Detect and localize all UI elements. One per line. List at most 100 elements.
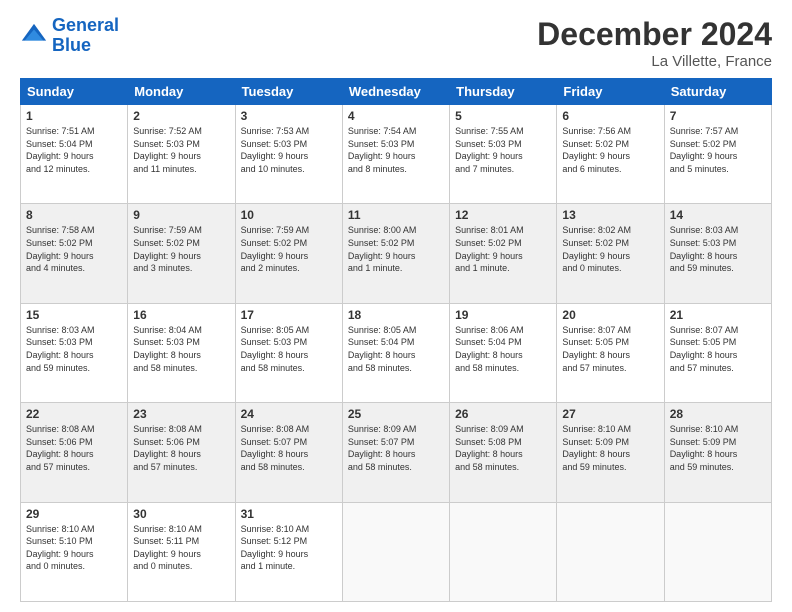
day-info: Sunrise: 7:51 AM Sunset: 5:04 PM Dayligh…: [26, 125, 122, 175]
calendar-day-cell: 20 Sunrise: 8:07 AM Sunset: 5:05 PM Dayli…: [557, 303, 664, 402]
weekday-header-thursday: Thursday: [450, 79, 557, 105]
day-info: Sunrise: 8:07 AM Sunset: 5:05 PM Dayligh…: [670, 324, 766, 374]
day-number: 18: [348, 308, 444, 322]
day-number: 25: [348, 407, 444, 421]
day-info: Sunrise: 8:07 AM Sunset: 5:05 PM Dayligh…: [562, 324, 658, 374]
calendar-day-cell: 18 Sunrise: 8:05 AM Sunset: 5:04 PM Dayli…: [342, 303, 449, 402]
day-number: 26: [455, 407, 551, 421]
header: General Blue December 2024 La Villette, …: [20, 16, 772, 70]
location: La Villette, France: [537, 53, 772, 70]
day-info: Sunrise: 8:03 AM Sunset: 5:03 PM Dayligh…: [670, 224, 766, 274]
title-block: December 2024 La Villette, France: [537, 16, 772, 70]
day-info: Sunrise: 7:58 AM Sunset: 5:02 PM Dayligh…: [26, 224, 122, 274]
day-number: 28: [670, 407, 766, 421]
calendar-day-cell: 5 Sunrise: 7:55 AM Sunset: 5:03 PM Daylig…: [450, 105, 557, 204]
day-info: Sunrise: 7:59 AM Sunset: 5:02 PM Dayligh…: [133, 224, 229, 274]
page: General Blue December 2024 La Villette, …: [0, 0, 792, 612]
calendar-day-cell: 28 Sunrise: 8:10 AM Sunset: 5:09 PM Dayli…: [664, 403, 771, 502]
day-number: 12: [455, 208, 551, 222]
day-number: 29: [26, 507, 122, 521]
day-number: 10: [241, 208, 337, 222]
day-info: Sunrise: 8:08 AM Sunset: 5:06 PM Dayligh…: [133, 423, 229, 473]
day-info: Sunrise: 8:01 AM Sunset: 5:02 PM Dayligh…: [455, 224, 551, 274]
day-number: 8: [26, 208, 122, 222]
day-number: 6: [562, 109, 658, 123]
calendar-day-cell: 15Sunrise: 8:03 AM Sunset: 5:03 PM Dayli…: [21, 303, 128, 402]
day-number: 14: [670, 208, 766, 222]
calendar-week-row: 15Sunrise: 8:03 AM Sunset: 5:03 PM Dayli…: [21, 303, 772, 402]
weekday-header-friday: Friday: [557, 79, 664, 105]
calendar-day-cell: [664, 502, 771, 601]
calendar-week-row: 29 Sunrise: 8:10 AM Sunset: 5:10 PM Dayli…: [21, 502, 772, 601]
day-info: Sunrise: 8:10 AM Sunset: 5:09 PM Dayligh…: [562, 423, 658, 473]
day-info: Sunrise: 7:53 AM Sunset: 5:03 PM Dayligh…: [241, 125, 337, 175]
logo-text: General Blue: [52, 16, 119, 56]
day-number: 2: [133, 109, 229, 123]
day-info: Sunrise: 8:04 AM Sunset: 5:03 PM Dayligh…: [133, 324, 229, 374]
day-info: Sunrise: 8:10 AM Sunset: 5:11 PM Dayligh…: [133, 523, 229, 573]
day-info: Sunrise: 8:08 AM Sunset: 5:07 PM Dayligh…: [241, 423, 337, 473]
calendar-day-cell: 24 Sunrise: 8:08 AM Sunset: 5:07 PM Dayli…: [235, 403, 342, 502]
calendar-day-cell: [450, 502, 557, 601]
day-info: Sunrise: 7:59 AM Sunset: 5:02 PM Dayligh…: [241, 224, 337, 274]
calendar-day-cell: 17 Sunrise: 8:05 AM Sunset: 5:03 PM Dayli…: [235, 303, 342, 402]
calendar-day-cell: 19Sunrise: 8:06 AM Sunset: 5:04 PM Dayli…: [450, 303, 557, 402]
calendar-day-cell: 11Sunrise: 8:00 AM Sunset: 5:02 PM Dayli…: [342, 204, 449, 303]
day-info: Sunrise: 8:05 AM Sunset: 5:03 PM Dayligh…: [241, 324, 337, 374]
weekday-header-tuesday: Tuesday: [235, 79, 342, 105]
calendar-day-cell: 23 Sunrise: 8:08 AM Sunset: 5:06 PM Dayli…: [128, 403, 235, 502]
calendar-day-cell: 4Sunrise: 7:54 AM Sunset: 5:03 PM Daylig…: [342, 105, 449, 204]
day-number: 4: [348, 109, 444, 123]
calendar-week-row: 8 Sunrise: 7:58 AM Sunset: 5:02 PM Daylig…: [21, 204, 772, 303]
calendar-day-cell: 6Sunrise: 7:56 AM Sunset: 5:02 PM Daylig…: [557, 105, 664, 204]
calendar-day-cell: 21Sunrise: 8:07 AM Sunset: 5:05 PM Dayli…: [664, 303, 771, 402]
calendar-day-cell: 29 Sunrise: 8:10 AM Sunset: 5:10 PM Dayli…: [21, 502, 128, 601]
calendar-day-cell: 10 Sunrise: 7:59 AM Sunset: 5:02 PM Dayli…: [235, 204, 342, 303]
calendar-day-cell: 9Sunrise: 7:59 AM Sunset: 5:02 PM Daylig…: [128, 204, 235, 303]
day-number: 7: [670, 109, 766, 123]
day-number: 5: [455, 109, 551, 123]
day-info: Sunrise: 7:55 AM Sunset: 5:03 PM Dayligh…: [455, 125, 551, 175]
weekday-header-sunday: Sunday: [21, 79, 128, 105]
day-number: 17: [241, 308, 337, 322]
day-info: Sunrise: 8:06 AM Sunset: 5:04 PM Dayligh…: [455, 324, 551, 374]
calendar-day-cell: 16Sunrise: 8:04 AM Sunset: 5:03 PM Dayli…: [128, 303, 235, 402]
calendar-week-row: 1 Sunrise: 7:51 AM Sunset: 5:04 PM Daylig…: [21, 105, 772, 204]
day-info: Sunrise: 8:03 AM Sunset: 5:03 PM Dayligh…: [26, 324, 122, 374]
calendar-day-cell: 22Sunrise: 8:08 AM Sunset: 5:06 PM Dayli…: [21, 403, 128, 502]
day-number: 23: [133, 407, 229, 421]
logo-line1: General: [52, 15, 119, 35]
day-info: Sunrise: 8:09 AM Sunset: 5:08 PM Dayligh…: [455, 423, 551, 473]
day-info: Sunrise: 7:52 AM Sunset: 5:03 PM Dayligh…: [133, 125, 229, 175]
day-number: 11: [348, 208, 444, 222]
calendar-day-cell: 13Sunrise: 8:02 AM Sunset: 5:02 PM Dayli…: [557, 204, 664, 303]
calendar-day-cell: 7 Sunrise: 7:57 AM Sunset: 5:02 PM Daylig…: [664, 105, 771, 204]
calendar-day-cell: 30Sunrise: 8:10 AM Sunset: 5:11 PM Dayli…: [128, 502, 235, 601]
logo: General Blue: [20, 16, 119, 56]
calendar-day-cell: 14 Sunrise: 8:03 AM Sunset: 5:03 PM Dayli…: [664, 204, 771, 303]
calendar-day-cell: [342, 502, 449, 601]
day-info: Sunrise: 8:10 AM Sunset: 5:09 PM Dayligh…: [670, 423, 766, 473]
day-info: Sunrise: 8:10 AM Sunset: 5:10 PM Dayligh…: [26, 523, 122, 573]
calendar-header-row: SundayMondayTuesdayWednesdayThursdayFrid…: [21, 79, 772, 105]
calendar-week-row: 22Sunrise: 8:08 AM Sunset: 5:06 PM Dayli…: [21, 403, 772, 502]
day-info: Sunrise: 8:05 AM Sunset: 5:04 PM Dayligh…: [348, 324, 444, 374]
calendar-day-cell: 2 Sunrise: 7:52 AM Sunset: 5:03 PM Daylig…: [128, 105, 235, 204]
weekday-header-wednesday: Wednesday: [342, 79, 449, 105]
day-number: 27: [562, 407, 658, 421]
day-number: 3: [241, 109, 337, 123]
calendar-day-cell: 3 Sunrise: 7:53 AM Sunset: 5:03 PM Daylig…: [235, 105, 342, 204]
day-number: 20: [562, 308, 658, 322]
day-info: Sunrise: 8:08 AM Sunset: 5:06 PM Dayligh…: [26, 423, 122, 473]
calendar-day-cell: 27 Sunrise: 8:10 AM Sunset: 5:09 PM Dayli…: [557, 403, 664, 502]
day-info: Sunrise: 7:57 AM Sunset: 5:02 PM Dayligh…: [670, 125, 766, 175]
calendar-day-cell: 26 Sunrise: 8:09 AM Sunset: 5:08 PM Dayli…: [450, 403, 557, 502]
day-info: Sunrise: 8:02 AM Sunset: 5:02 PM Dayligh…: [562, 224, 658, 274]
calendar-day-cell: [557, 502, 664, 601]
calendar-day-cell: 8 Sunrise: 7:58 AM Sunset: 5:02 PM Daylig…: [21, 204, 128, 303]
day-info: Sunrise: 8:09 AM Sunset: 5:07 PM Dayligh…: [348, 423, 444, 473]
month-title: December 2024: [537, 16, 772, 53]
day-number: 24: [241, 407, 337, 421]
day-number: 1: [26, 109, 122, 123]
weekday-header-saturday: Saturday: [664, 79, 771, 105]
